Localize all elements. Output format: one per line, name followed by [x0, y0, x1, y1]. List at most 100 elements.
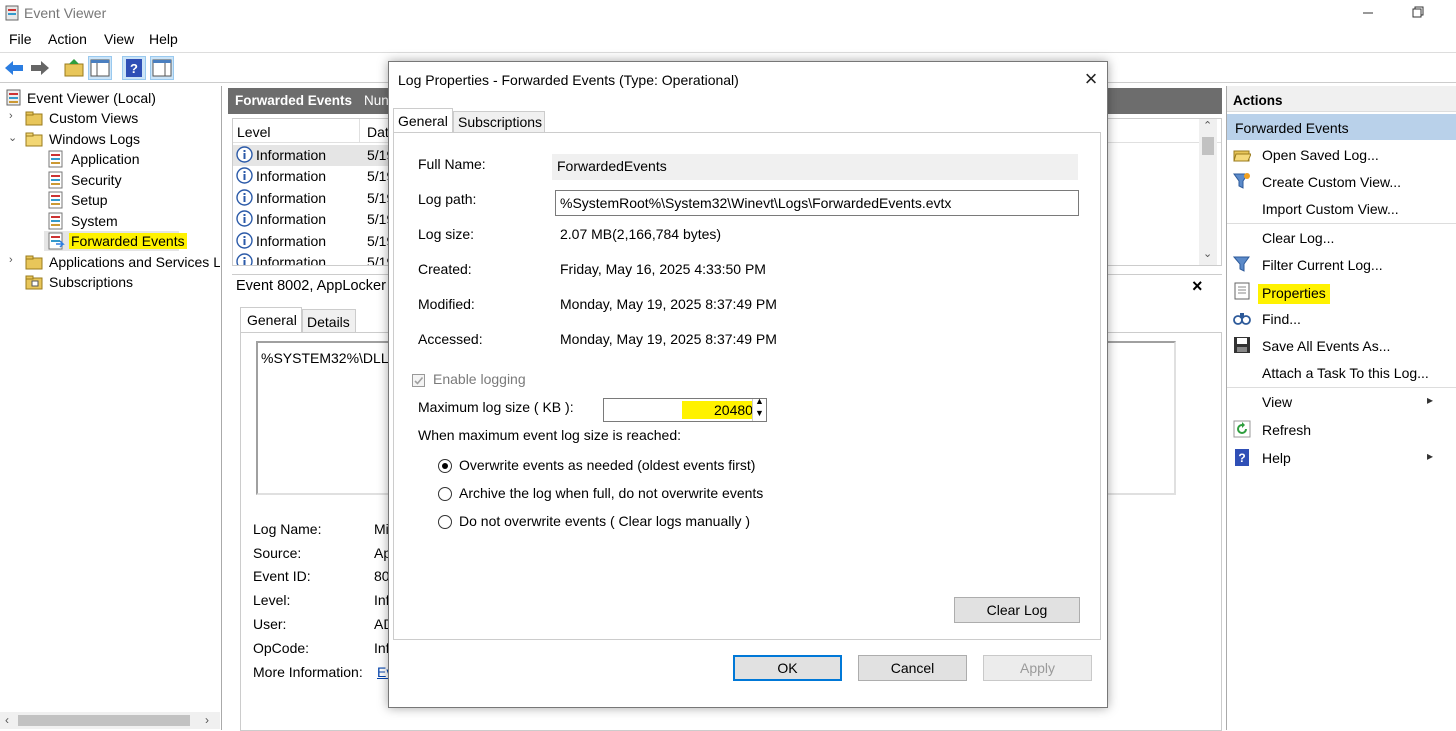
- action-attach-task[interactable]: Attach a Task To this Log...: [1227, 360, 1456, 386]
- open-folder-icon: [1233, 145, 1251, 163]
- tree-app-services-logs[interactable]: › Applications and Services Log: [0, 252, 220, 272]
- max-log-size-input[interactable]: 20480 ▲ ▼: [603, 396, 767, 422]
- detail-tab-general-label: General: [247, 312, 297, 328]
- clear-log-button[interactable]: Clear Log: [954, 597, 1080, 623]
- event-level: Information: [256, 233, 327, 249]
- action-save-all-events[interactable]: Save All Events As...: [1227, 333, 1456, 359]
- archive-radio[interactable]: [438, 487, 452, 501]
- do-not-overwrite-radio[interactable]: [438, 515, 452, 529]
- scroll-left-icon[interactable]: ‹: [5, 713, 9, 727]
- menu-action[interactable]: Action: [48, 31, 87, 47]
- action-label: Import Custom View...: [1262, 201, 1399, 217]
- log-view-title: Forwarded Events: [235, 93, 353, 108]
- back-icon[interactable]: [2, 56, 26, 80]
- action-import-custom-view[interactable]: Import Custom View...: [1227, 196, 1456, 222]
- tree-log-system[interactable]: System: [0, 211, 220, 231]
- event-list-scrollbar[interactable]: ⌃ ⌄: [1199, 119, 1217, 265]
- log-icon: [47, 212, 65, 230]
- tab-general-label: General: [398, 113, 448, 129]
- menu-file[interactable]: File: [9, 31, 32, 47]
- tab-general[interactable]: General: [393, 108, 453, 132]
- event-row[interactable]: Information 5/19: [233, 188, 394, 209]
- overwrite-radio[interactable]: [438, 459, 452, 473]
- menu-help[interactable]: Help: [149, 31, 178, 47]
- tree-custom-views[interactable]: › Custom Views: [0, 108, 220, 128]
- detail-tab-general[interactable]: General: [240, 307, 302, 333]
- chevron-down-icon[interactable]: ⌄: [8, 131, 17, 144]
- enable-logging-checkbox[interactable]: [412, 374, 425, 387]
- tab-subscriptions-label: Subscriptions: [458, 114, 543, 130]
- field-label: Source:: [253, 545, 302, 561]
- tree-root[interactable]: Event Viewer (Local): [0, 88, 220, 108]
- max-log-size-label: Maximum log size ( KB ):: [418, 399, 574, 415]
- scrollbar-thumb[interactable]: [1202, 137, 1214, 155]
- tree-log-forwarded-events[interactable]: Forwarded Events: [44, 231, 187, 251]
- information-icon: [236, 146, 253, 163]
- action-properties[interactable]: Properties: [1227, 279, 1456, 305]
- modified-label: Modified:: [418, 296, 475, 312]
- up-folder-icon[interactable]: [62, 56, 86, 80]
- close-icon[interactable]: ×: [1192, 276, 1203, 297]
- event-row[interactable]: Information 5/19: [233, 166, 394, 187]
- log-size-value: 2.07 MB(2,166,784 bytes): [560, 226, 722, 242]
- help-icon[interactable]: ?: [122, 56, 146, 80]
- detail-tab-details[interactable]: Details: [302, 309, 356, 333]
- event-row[interactable]: Information 5/19: [233, 231, 394, 252]
- action-find[interactable]: Find...: [1227, 306, 1456, 332]
- tree-log-security[interactable]: Security: [0, 170, 220, 190]
- scroll-right-icon[interactable]: ›: [205, 713, 209, 727]
- close-icon[interactable]: ×: [1079, 68, 1103, 92]
- action-create-custom-view[interactable]: Create Custom View...: [1227, 169, 1456, 195]
- submenu-arrow-icon: ▸: [1427, 393, 1434, 407]
- event-level: Information: [256, 211, 327, 227]
- tab-subscriptions[interactable]: Subscriptions: [453, 111, 545, 133]
- max-log-size-value: 20480: [714, 402, 753, 418]
- tree-windows-logs[interactable]: ⌄ Windows Logs: [0, 129, 220, 149]
- scrollbar-thumb[interactable]: [18, 715, 190, 726]
- log-path-field[interactable]: %SystemRoot%\System32\Winevt\Logs\Forwar…: [555, 190, 1079, 216]
- tree-log-application[interactable]: Application: [0, 149, 220, 169]
- event-row[interactable]: Information 5/19: [233, 145, 394, 166]
- tree-windows-logs-label: Windows Logs: [49, 131, 141, 147]
- event-viewer-app-icon: [4, 5, 20, 21]
- actions-section-forwarded-events[interactable]: Forwarded Events: [1227, 114, 1456, 140]
- folder-open-icon: [25, 130, 43, 148]
- spin-down-icon[interactable]: ▼: [755, 408, 764, 418]
- accessed-label: Accessed:: [418, 331, 483, 347]
- separator: [1227, 387, 1456, 388]
- chevron-right-icon[interactable]: ›: [9, 254, 13, 266]
- event-detail-title: Event 8002, AppLocker: [236, 278, 386, 294]
- event-row[interactable]: Information 5/19: [233, 252, 394, 265]
- cancel-button[interactable]: Cancel: [858, 655, 967, 681]
- restore-icon[interactable]: [1410, 4, 1426, 20]
- minimize-icon[interactable]: [1360, 4, 1376, 20]
- ok-button[interactable]: OK: [733, 655, 842, 681]
- event-row[interactable]: Information 5/19: [233, 209, 394, 230]
- action-open-saved-log[interactable]: Open Saved Log...: [1227, 142, 1456, 168]
- action-help[interactable]: ? Help ▸: [1227, 445, 1456, 471]
- tree-horizontal-scrollbar[interactable]: ‹ ›: [0, 712, 220, 729]
- show-hide-action-pane-icon[interactable]: [150, 56, 174, 80]
- tree-log-setup[interactable]: Setup: [0, 190, 220, 210]
- spin-up-icon[interactable]: ▲: [755, 396, 764, 406]
- menu-view[interactable]: View: [104, 31, 134, 47]
- apply-button[interactable]: Apply: [983, 655, 1092, 681]
- scroll-down-icon[interactable]: ⌄: [1203, 247, 1212, 260]
- show-hide-console-tree-icon[interactable]: [88, 56, 112, 80]
- action-filter-current-log[interactable]: Filter Current Log...: [1227, 252, 1456, 278]
- overwrite-label: Overwrite events as needed (oldest event…: [459, 457, 756, 473]
- column-level[interactable]: Level: [237, 124, 270, 140]
- forward-icon[interactable]: [28, 56, 52, 80]
- action-clear-log[interactable]: Clear Log...: [1227, 225, 1456, 251]
- field-label: OpCode:: [253, 640, 310, 656]
- column-divider[interactable]: [359, 119, 360, 143]
- action-label: Open Saved Log...: [1262, 147, 1379, 163]
- action-label: Find...: [1262, 311, 1301, 327]
- chevron-right-icon[interactable]: ›: [9, 110, 13, 122]
- scroll-up-icon[interactable]: ⌃: [1203, 119, 1212, 132]
- max-log-size-spinner[interactable]: ▲ ▼: [752, 396, 766, 421]
- action-view[interactable]: View ▸: [1227, 389, 1456, 415]
- action-refresh[interactable]: Refresh: [1227, 417, 1456, 443]
- action-label: Clear Log...: [1262, 230, 1335, 246]
- tree-subscriptions[interactable]: Subscriptions: [0, 272, 220, 292]
